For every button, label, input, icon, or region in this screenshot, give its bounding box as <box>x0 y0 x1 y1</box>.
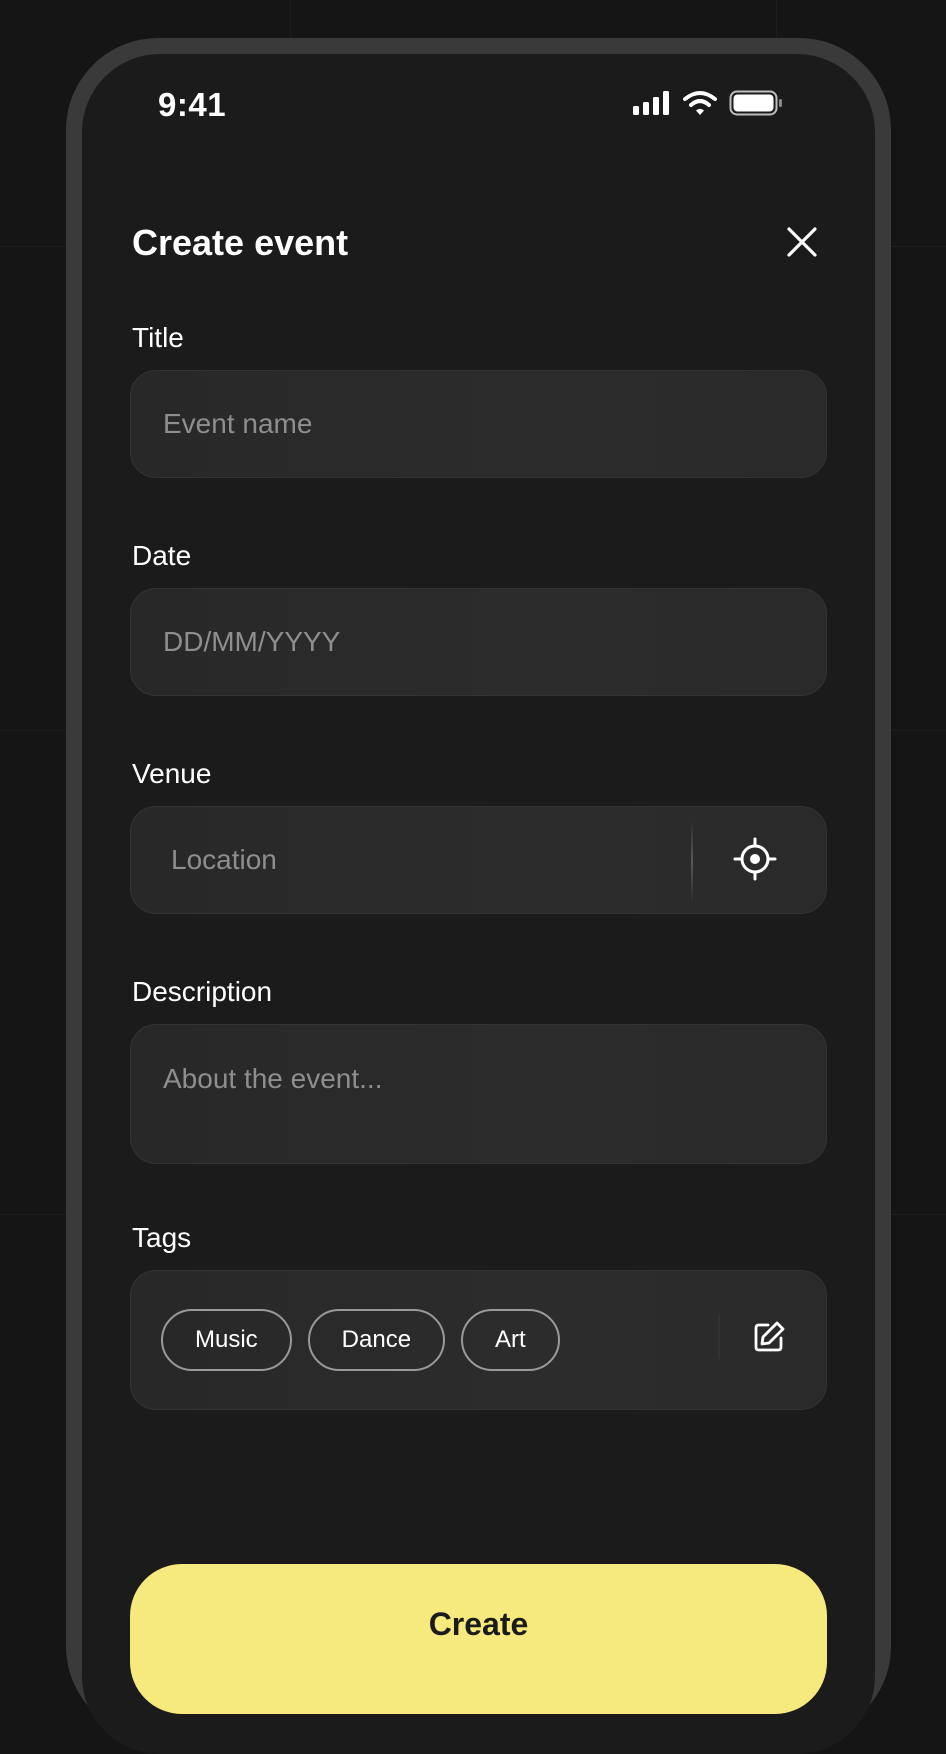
date-label: Date <box>132 540 191 572</box>
tag-chip-dance[interactable]: Dance <box>308 1309 445 1371</box>
date-field <box>130 588 827 696</box>
tags-list: Music Dance Art <box>161 1309 560 1371</box>
description-field <box>130 1024 827 1164</box>
battery-icon <box>729 90 783 121</box>
create-button[interactable]: Create <box>130 1564 827 1714</box>
title-field <box>130 370 827 478</box>
edit-icon <box>751 1319 787 1360</box>
title-input[interactable] <box>131 371 826 477</box>
close-button[interactable] <box>782 224 822 264</box>
title-label: Title <box>132 322 184 354</box>
tags-field: Music Dance Art <box>130 1270 827 1410</box>
phone-screen: 9:41 Create event <box>82 54 875 1754</box>
page-title: Create event <box>132 222 348 264</box>
status-icons <box>633 90 783 121</box>
venue-label: Venue <box>132 758 211 790</box>
signal-icon <box>633 91 671 120</box>
field-divider <box>691 821 693 903</box>
tag-chip-music[interactable]: Music <box>161 1309 292 1371</box>
venue-input[interactable] <box>131 807 681 913</box>
field-divider <box>718 1315 720 1359</box>
tags-label: Tags <box>132 1222 191 1254</box>
date-input[interactable] <box>131 589 826 695</box>
description-input[interactable] <box>131 1025 826 1163</box>
wifi-icon <box>683 90 717 121</box>
venue-field <box>130 806 827 914</box>
edit-tags-button[interactable] <box>749 1319 789 1359</box>
description-label: Description <box>132 976 272 1008</box>
locate-button[interactable] <box>731 837 779 885</box>
tag-chip-art[interactable]: Art <box>461 1309 560 1371</box>
close-icon <box>786 226 818 263</box>
status-time: 9:41 <box>158 86 226 124</box>
crosshair-icon <box>733 837 777 886</box>
